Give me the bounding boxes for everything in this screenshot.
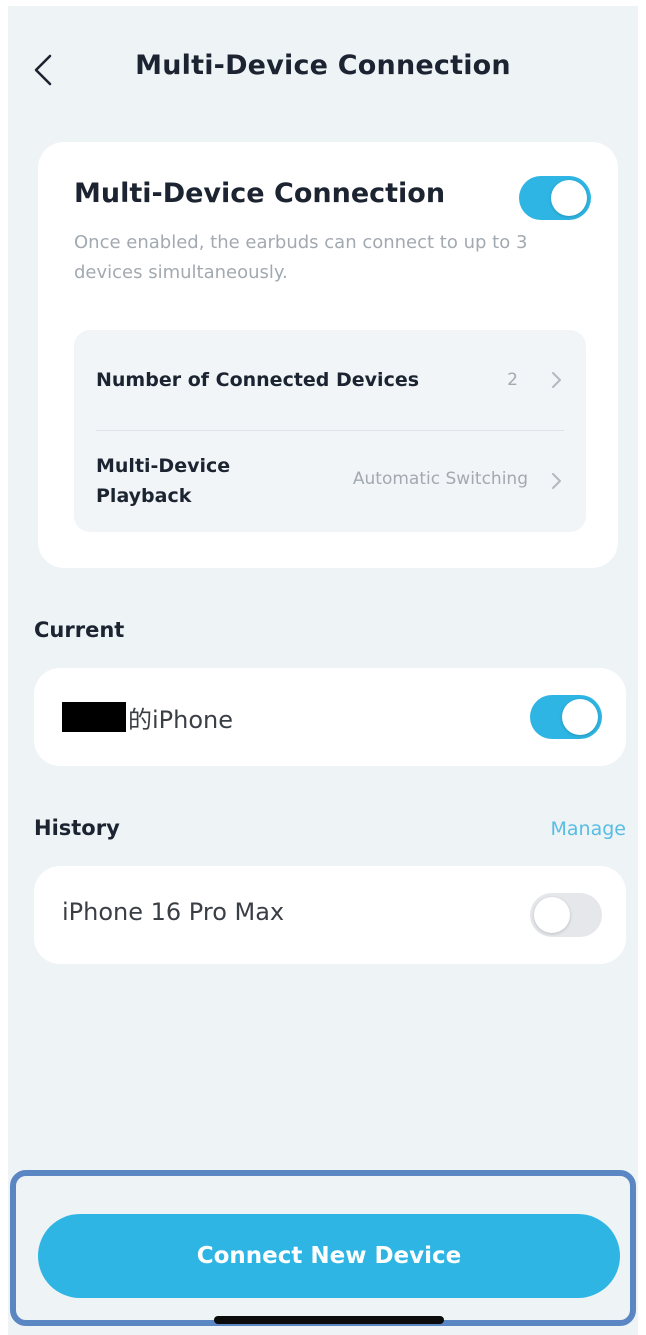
history-device-card: iPhone 16 Pro Max [34,866,626,964]
chevron-right-icon [552,473,561,489]
manage-link[interactable]: Manage [551,818,626,840]
current-section-title: Current [34,618,125,642]
connected-devices-row[interactable]: Number of Connected Devices 2 [74,330,586,430]
home-indicator [214,1316,444,1324]
playback-value: Automatic Switching [352,469,528,489]
multi-device-toggle[interactable] [519,176,591,220]
toggle-knob [562,699,598,735]
toggle-knob [534,897,570,933]
connect-new-device-button[interactable]: Connect New Device [38,1214,620,1298]
connected-devices-value: 2 [507,370,518,390]
multi-device-title: Multi-Device Connection [74,178,446,209]
page-title: Multi-Device Connection [135,50,511,81]
nav-bar: Multi-Device Connection [8,6,638,126]
playback-row[interactable]: Multi-Device Playback Automatic Switchin… [74,431,586,532]
current-device-toggle[interactable] [530,695,602,739]
toggle-knob [551,180,587,216]
multi-device-description: Once enabled, the earbuds can connect to… [74,232,528,283]
chevron-right-icon [552,372,561,388]
history-device-toggle[interactable] [530,893,602,937]
current-device-card: 的iPhone [34,668,626,766]
screen: Multi-Device Connection Multi-Device Con… [8,6,638,1335]
current-device-name: 的iPhone [128,706,234,734]
multi-device-settings-panel: Number of Connected Devices 2 Multi-Devi… [74,330,586,532]
playback-label: Multi-Device Playback [96,455,231,507]
history-section-title: History [34,816,120,840]
redacted-name [62,702,126,732]
multi-device-card: Multi-Device Connection Once enabled, th… [38,142,618,568]
connected-devices-label: Number of Connected Devices [96,369,420,391]
history-device-name: iPhone 16 Pro Max [62,898,285,926]
